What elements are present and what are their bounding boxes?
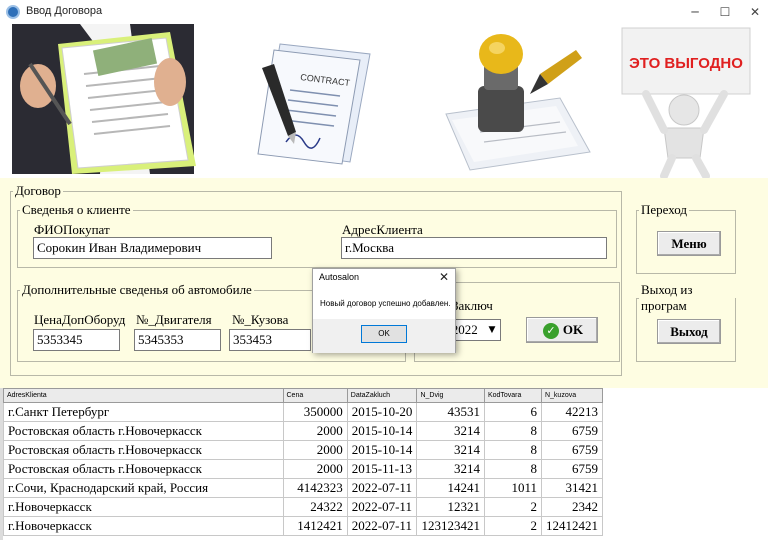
table-cell[interactable]: Ростовская область г.Новочеркасск xyxy=(3,459,284,479)
title-bar: Ввод Договора ─ ☐ ✕ xyxy=(0,0,768,24)
column-header[interactable]: AdresKlienta xyxy=(3,388,284,403)
table-cell[interactable]: г.Новочеркасск xyxy=(3,516,284,536)
table-cell[interactable]: г.Сочи, Краснодарский край, Россия xyxy=(3,478,284,498)
table-cell[interactable]: 43531 xyxy=(416,402,485,422)
table-cell[interactable]: Ростовская область г.Новочеркасск xyxy=(3,440,284,460)
table-cell[interactable]: 123123421 xyxy=(416,516,485,536)
address-label: АдресКлиента xyxy=(342,222,423,237)
contracts-table: AdresKlienta Cena DataZakluch N_Dvig Kod… xyxy=(3,388,604,536)
client-info-title: Сведенья о клиенте xyxy=(22,202,131,217)
image-banner: CONTRACT ЭТО ВЫГОДНО xyxy=(0,24,768,178)
stamp-image xyxy=(445,34,591,171)
table-cell[interactable]: 3214 xyxy=(416,440,485,460)
table-cell[interactable]: 12412421 xyxy=(540,516,604,536)
table-cell[interactable]: 2022-07-11 xyxy=(346,516,418,536)
table-cell[interactable]: г.Санкт Петербург xyxy=(3,402,284,422)
price-label: ЦенаДопОборуд xyxy=(34,312,126,327)
table-cell[interactable]: 6759 xyxy=(540,440,604,460)
table-cell[interactable]: 6759 xyxy=(540,459,604,479)
auto-info-title: Дополнительные сведенья об автомобиле xyxy=(22,282,252,297)
check-icon: ✓ xyxy=(543,323,559,339)
table-row[interactable]: г.Санкт Петербург 350000 2015-10-20 4353… xyxy=(3,402,604,422)
exit-button[interactable]: Выход xyxy=(657,319,721,344)
ok-button[interactable]: ✓ OK xyxy=(526,317,598,343)
table-cell[interactable]: 2015-10-14 xyxy=(346,421,418,441)
address-input[interactable]: г.Москва xyxy=(341,237,607,259)
table-cell[interactable]: 12321 xyxy=(416,497,485,517)
column-header[interactable]: DataZakluch xyxy=(346,388,418,403)
table-cell[interactable]: 1412421 xyxy=(282,516,348,536)
exit-title: Выход из програм xyxy=(641,282,693,313)
table-row[interactable]: Ростовская область г.Новочеркасск 2000 2… xyxy=(3,421,604,441)
table-cell[interactable]: 31421 xyxy=(540,478,604,498)
table-cell[interactable]: 2015-11-13 xyxy=(346,459,418,479)
table-cell[interactable]: 8 xyxy=(483,421,542,441)
fio-label: ФИОПокупат xyxy=(34,222,110,237)
body-input[interactable]: 353453 xyxy=(229,329,311,351)
table-cell[interactable]: 8 xyxy=(483,440,542,460)
table-cell[interactable]: 6759 xyxy=(540,421,604,441)
table-cell[interactable]: 2015-10-14 xyxy=(346,440,418,460)
table-header-row: AdresKlienta Cena DataZakluch N_Dvig Kod… xyxy=(3,388,604,403)
table-cell[interactable]: 1011 xyxy=(483,478,542,498)
signing-contract-image xyxy=(12,24,196,174)
app-icon xyxy=(6,5,20,19)
close-icon[interactable]: ✕ xyxy=(740,0,768,24)
table-cell[interactable]: 24322 xyxy=(282,497,348,517)
table-cell[interactable]: 350000 xyxy=(282,402,348,422)
table-cell[interactable]: Ростовская область г.Новочеркасск xyxy=(3,421,284,441)
table-cell[interactable]: 2 xyxy=(483,497,542,517)
promo-sign-image: ЭТО ВЫГОДНО xyxy=(621,27,751,178)
table-cell[interactable]: 8 xyxy=(483,459,542,479)
table-cell[interactable]: 2022-07-11 xyxy=(346,478,418,498)
table-cell[interactable]: 2 xyxy=(483,516,542,536)
navigation-title: Переход xyxy=(641,202,688,217)
dialog-ok-button[interactable]: OK xyxy=(361,325,407,343)
menu-button[interactable]: Меню xyxy=(657,231,721,256)
table-cell[interactable]: 2022-07-11 xyxy=(346,497,418,517)
dialog-title: Autosalon xyxy=(319,272,360,282)
close-icon[interactable]: ✕ xyxy=(439,270,449,284)
engine-label: №_Двигателя xyxy=(136,312,212,327)
table-cell[interactable]: 2000 xyxy=(282,440,348,460)
engine-input[interactable]: 5345353 xyxy=(134,329,221,351)
table-cell[interactable]: 3214 xyxy=(416,459,485,479)
price-input[interactable]: 5353345 xyxy=(33,329,120,351)
table-row[interactable]: г.Новочеркасск 1412421 2022-07-11 123123… xyxy=(3,516,604,536)
table-row[interactable]: г.Новочеркасск 24322 2022-07-11 12321 2 … xyxy=(3,497,604,517)
table-row[interactable]: г.Сочи, Краснодарский край, Россия 41423… xyxy=(3,478,604,498)
column-header[interactable]: Cena xyxy=(282,388,348,403)
ok-button-label: OK xyxy=(562,322,584,337)
dialog-message: Новый договор успешно добавлен. xyxy=(320,299,451,308)
chevron-down-icon[interactable]: ▼ xyxy=(486,323,498,337)
contract-date-label: Заключ xyxy=(452,298,493,314)
column-header[interactable]: KodTovara xyxy=(483,388,542,403)
table-row[interactable]: Ростовская область г.Новочеркасск 2000 2… xyxy=(3,440,604,460)
maximize-icon[interactable]: ☐ xyxy=(710,0,740,24)
column-header[interactable]: N_kuzova xyxy=(540,388,604,403)
table-row[interactable]: Ростовская область г.Новочеркасск 2000 2… xyxy=(3,459,604,479)
column-header[interactable]: N_Dvig xyxy=(416,388,485,403)
fio-input[interactable]: Сорокин Иван Владимерович xyxy=(33,237,272,259)
contract-document-image: CONTRACT xyxy=(257,43,371,165)
table-cell[interactable]: 3214 xyxy=(416,421,485,441)
body-label: №_Кузова xyxy=(232,312,289,327)
table-cell[interactable]: 2000 xyxy=(282,459,348,479)
window-title: Ввод Договора xyxy=(26,5,103,17)
promo-sign-text: ЭТО ВЫГОДНО xyxy=(629,55,743,72)
table-cell[interactable]: 6 xyxy=(483,402,542,422)
table-cell[interactable]: 14241 xyxy=(416,478,485,498)
contracts-grid[interactable]: AdresKlienta Cena DataZakluch N_Dvig Kod… xyxy=(3,388,604,536)
table-cell[interactable]: 2342 xyxy=(540,497,604,517)
table-cell[interactable]: 2000 xyxy=(282,421,348,441)
table-cell[interactable]: 2015-10-20 xyxy=(346,402,418,422)
table-cell[interactable]: 4142323 xyxy=(282,478,348,498)
message-dialog: Autosalon ✕ Новый договор успешно добавл… xyxy=(312,268,456,353)
contract-group-title: Договор xyxy=(15,183,61,198)
table-cell[interactable]: 42213 xyxy=(540,402,604,422)
table-cell[interactable]: г.Новочеркасск xyxy=(3,497,284,517)
minimize-icon[interactable]: ─ xyxy=(680,0,710,24)
